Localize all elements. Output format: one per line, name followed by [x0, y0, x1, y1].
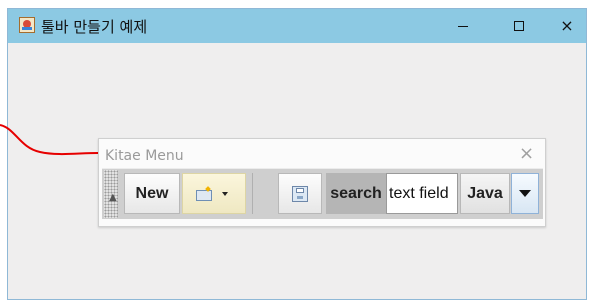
search-label: search [326, 173, 386, 214]
mouse-cursor-icon: ▲ [109, 192, 117, 203]
new-button-label: New [135, 184, 169, 202]
language-combo-dropdown-button[interactable] [511, 173, 539, 214]
text-field-input[interactable]: text field [386, 173, 458, 214]
save-icon [292, 185, 308, 202]
title-bar[interactable]: 툴바 만들기 예제 × [8, 9, 586, 43]
toolbar: ▲ New search text field Java [102, 168, 543, 219]
toolbar-window-title: Kitae Menu [105, 148, 184, 164]
floating-toolbar-window[interactable]: Kitae Menu × ▲ New search text field Jav… [98, 138, 546, 227]
minimize-icon [458, 25, 468, 27]
new-button[interactable]: New [124, 173, 180, 214]
maximize-icon [514, 21, 524, 31]
maximize-button[interactable] [496, 9, 542, 43]
annotation-arrow [0, 124, 108, 158]
close-icon: × [560, 16, 574, 35]
chevron-down-icon [222, 191, 228, 196]
close-button[interactable]: × [544, 9, 590, 43]
close-icon[interactable]: × [519, 143, 534, 164]
save-button[interactable] [278, 173, 322, 214]
minimize-button[interactable] [440, 9, 486, 43]
open-button[interactable] [182, 173, 246, 214]
folder-open-icon [196, 187, 212, 201]
chevron-down-icon [519, 190, 531, 197]
window-title: 툴바 만들기 예제 [41, 18, 148, 36]
java-cup-icon [19, 17, 35, 33]
toolbar-separator [252, 173, 253, 214]
language-combo-value[interactable]: Java [460, 173, 510, 214]
